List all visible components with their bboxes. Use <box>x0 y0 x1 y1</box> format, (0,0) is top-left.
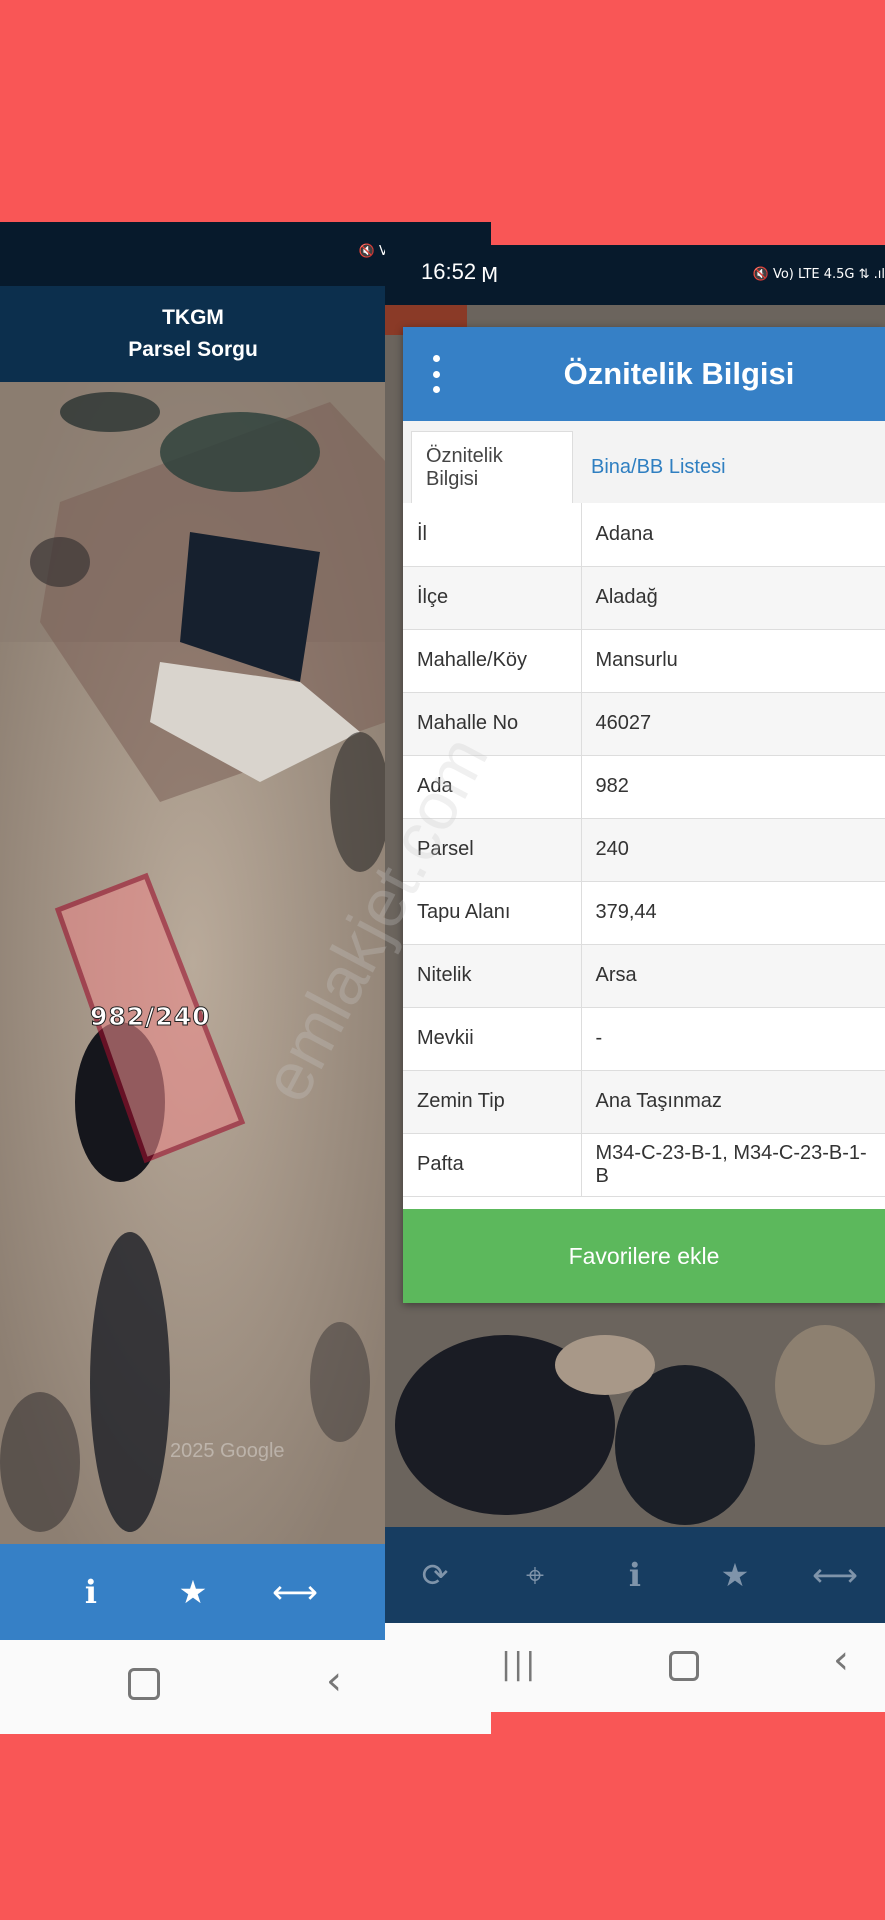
row-value: 379,44 <box>581 881 885 945</box>
parcel-label: 982/240 <box>90 1002 211 1032</box>
satellite-map[interactable]: 982/240 2025 Google <box>0 382 386 1544</box>
row-key: Mevkii <box>403 1007 582 1071</box>
row-key: Parsel <box>403 818 582 882</box>
row-key: Ada <box>403 755 582 819</box>
row-key: Pafta <box>403 1133 582 1197</box>
right-phone-screenshot: 16:52 M 🔇 Vo) LTE 4.5G ⇅ .ıl Öznitelik B… <box>385 245 885 1712</box>
status-icons: 🔇 Vo) LTE 4.5G ⇅ .ıl <box>752 267 885 282</box>
attribute-table: İl Adana İlçe Aladağ Mahalle/Köy Mansurlu M… <box>403 503 885 1197</box>
gmail-icon: M <box>481 263 499 287</box>
table-row: İlçe Aladağ <box>403 566 885 630</box>
bottom-toolbar: ℹ ★ ⟷ <box>0 1544 386 1640</box>
row-key: Nitelik <box>403 944 582 1008</box>
row-value: 982 <box>581 755 885 819</box>
table-row: Tapu Alanı 379,44 <box>403 881 885 945</box>
table-row: Mahalle/Köy Mansurlu <box>403 629 885 693</box>
table-row: Nitelik Arsa <box>403 944 885 1008</box>
add-favorite-button[interactable]: Favorilere ekle <box>403 1209 885 1303</box>
map-copyright: 2025 Google <box>170 1440 285 1462</box>
home-button[interactable] <box>128 1668 160 1700</box>
recent-apps-icon[interactable]: ||| <box>501 1647 537 1682</box>
row-key: Tapu Alanı <box>403 881 582 945</box>
app-title: TKGM <box>162 306 224 329</box>
measure-arrows-icon[interactable]: ⟷ <box>805 1545 865 1605</box>
app-header: TKGM Parsel Sorgu <box>0 286 386 382</box>
row-key: İl <box>403 503 582 567</box>
info-icon[interactable]: ℹ <box>61 1562 121 1622</box>
row-value: Ana Taşınmaz <box>581 1070 885 1134</box>
back-icon[interactable]: ‹ <box>326 1658 342 1704</box>
back-icon[interactable]: ‹ <box>833 1637 849 1683</box>
row-value: Adana <box>581 503 885 567</box>
dialog-title: Öznitelik Bilgisi <box>563 356 795 391</box>
row-key: Mahalle No <box>403 692 582 756</box>
row-value: M34-C-23-B-1, M34-C-23-B-1-B <box>581 1133 885 1197</box>
row-value: 46027 <box>581 692 885 756</box>
table-row: Parsel 240 <box>403 818 885 882</box>
row-key: Mahalle/Köy <box>403 629 582 693</box>
row-value: Mansurlu <box>581 629 885 693</box>
measure-arrows-icon[interactable]: ⟷ <box>265 1562 325 1622</box>
table-row: Zemin Tip Ana Taşınmaz <box>403 1070 885 1134</box>
attribute-dialog: Öznitelik Bilgisi Öznitelik Bilgisi Bina… <box>403 327 885 1303</box>
row-key: İlçe <box>403 566 582 630</box>
star-icon[interactable]: ★ <box>163 1562 223 1622</box>
tab-building-list[interactable]: Bina/BB Listesi <box>577 431 740 503</box>
row-key: Zemin Tip <box>403 1070 582 1134</box>
row-value: Arsa <box>581 944 885 1008</box>
info-icon[interactable]: ℹ <box>605 1545 665 1605</box>
map-imagery <box>0 382 386 1544</box>
tab-bar: Öznitelik Bilgisi Bina/BB Listesi <box>403 421 885 504</box>
system-nav-bar: ||| ‹ <box>385 1623 885 1712</box>
table-row: Ada 982 <box>403 755 885 819</box>
table-row: Pafta M34-C-23-B-1, M34-C-23-B-1-B <box>403 1133 885 1197</box>
clock: 16:52 <box>421 259 477 284</box>
table-row: Mahalle No 46027 <box>403 692 885 756</box>
refresh-icon[interactable]: ⟳ <box>405 1545 465 1605</box>
dialog-header: Öznitelik Bilgisi <box>403 327 885 421</box>
row-value: Aladağ <box>581 566 885 630</box>
star-icon[interactable]: ★ <box>705 1545 765 1605</box>
table-row: Mevkii - <box>403 1007 885 1071</box>
status-bar: 16:52 M 🔇 Vo) LTE 4.5G ⇅ .ıl <box>385 245 885 305</box>
row-value: 240 <box>581 818 885 882</box>
bottom-toolbar: ⟳ ⌖ ℹ ★ ⟷ <box>385 1527 885 1623</box>
table-row: İl Adana <box>403 503 885 567</box>
row-value: - <box>581 1007 885 1071</box>
app-subtitle: Parsel Sorgu <box>128 338 258 361</box>
home-button[interactable] <box>669 1651 699 1681</box>
tab-attribute-info[interactable]: Öznitelik Bilgisi <box>411 431 573 503</box>
crosshair-icon[interactable]: ⌖ <box>505 1545 565 1605</box>
